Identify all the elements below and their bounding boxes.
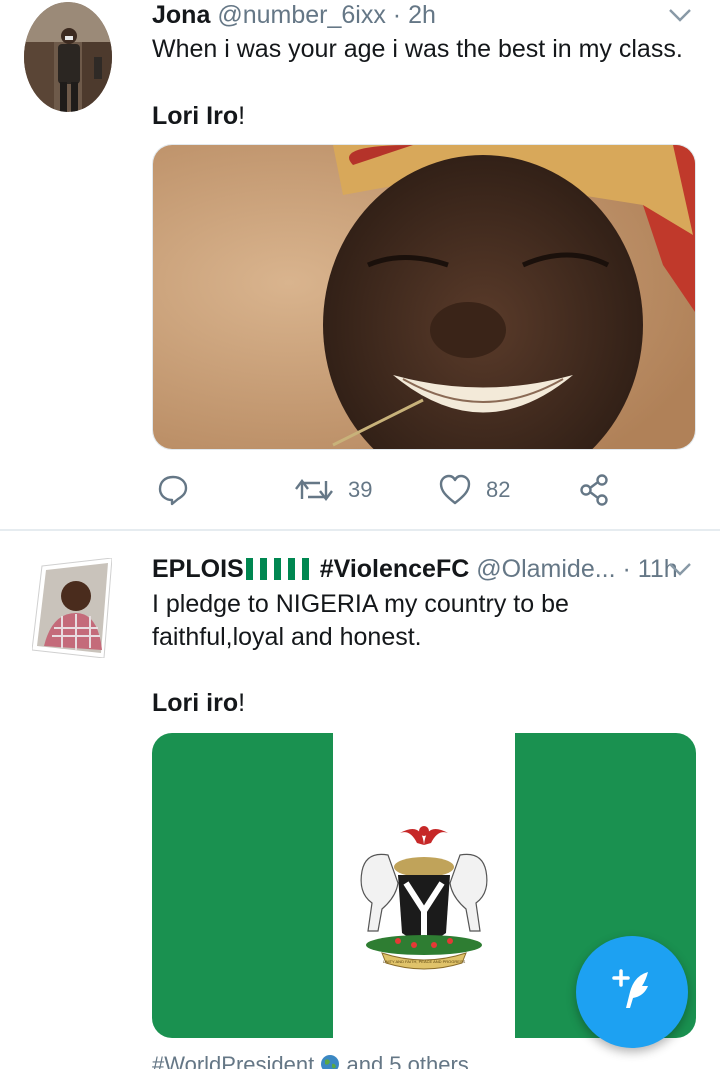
tweet-text-line: Lori Iro! xyxy=(152,100,692,132)
others-label[interactable]: and 5 others xyxy=(346,1052,468,1069)
reply-icon xyxy=(156,473,190,507)
share-icon xyxy=(578,473,612,507)
like-button[interactable]: 82 xyxy=(438,470,510,510)
like-icon xyxy=(438,474,472,506)
share-button[interactable] xyxy=(578,470,612,510)
flag-icon xyxy=(244,555,268,583)
reply-button[interactable] xyxy=(156,470,190,510)
hashtag[interactable]: #WorldPresident xyxy=(152,1052,314,1069)
timestamp[interactable]: 2h xyxy=(408,1,436,29)
retweet-button[interactable]: 39 xyxy=(294,470,372,510)
compose-tweet-button[interactable] xyxy=(576,936,688,1048)
user-handle[interactable]: @number_6ixx xyxy=(217,1,386,29)
exclamation: ! xyxy=(238,689,246,717)
like-count: 82 xyxy=(486,477,511,502)
tweet-header: EPLOIS #ViolenceFC @Olamide... · 11h xyxy=(152,554,678,584)
retweet-count: 39 xyxy=(348,477,373,502)
globe-icon xyxy=(320,1052,340,1069)
user-handle[interactable]: @Olamide... xyxy=(476,555,615,583)
display-name-suffix[interactable]: #ViolenceFC xyxy=(320,555,470,583)
flag-icon xyxy=(268,555,296,583)
bold-phrase: Lori iro xyxy=(152,689,239,717)
compose-icon xyxy=(604,962,660,1023)
bold-phrase: Lori Iro xyxy=(152,102,239,130)
coat-motto: UNITY AND FAITH, PEACE AND PROGRESS xyxy=(383,959,466,964)
chevron-down-icon[interactable] xyxy=(668,562,692,576)
tweet-footer[interactable]: #WorldPresident and 5 others xyxy=(152,1052,469,1069)
flag-icon xyxy=(296,555,320,583)
display-name[interactable]: Jona xyxy=(152,1,210,29)
tweet-text: I pledge to NIGERIA my country to be xyxy=(152,590,569,618)
separator: · xyxy=(622,555,631,583)
tweet[interactable]: Jona @number_6ixx · 2h When i was your a… xyxy=(0,0,720,530)
avatar[interactable] xyxy=(31,557,113,659)
display-name[interactable]: EPLOIS xyxy=(152,555,244,583)
tweet-actions: 39 82 xyxy=(152,470,672,510)
tweet-text-line: faithful,loyal and honest. xyxy=(152,623,422,651)
tweet-text-line: Lori iro! xyxy=(152,687,692,719)
separator: · xyxy=(392,1,402,29)
tweet-text: When i was your age i was the best in my… xyxy=(152,35,683,63)
retweet-icon xyxy=(294,475,334,505)
exclamation: ! xyxy=(238,102,246,130)
chevron-down-icon[interactable] xyxy=(668,8,692,22)
avatar[interactable] xyxy=(24,2,112,112)
tweet-image[interactable] xyxy=(152,144,696,450)
tweet-header: Jona @number_6ixx · 2h xyxy=(152,0,436,30)
